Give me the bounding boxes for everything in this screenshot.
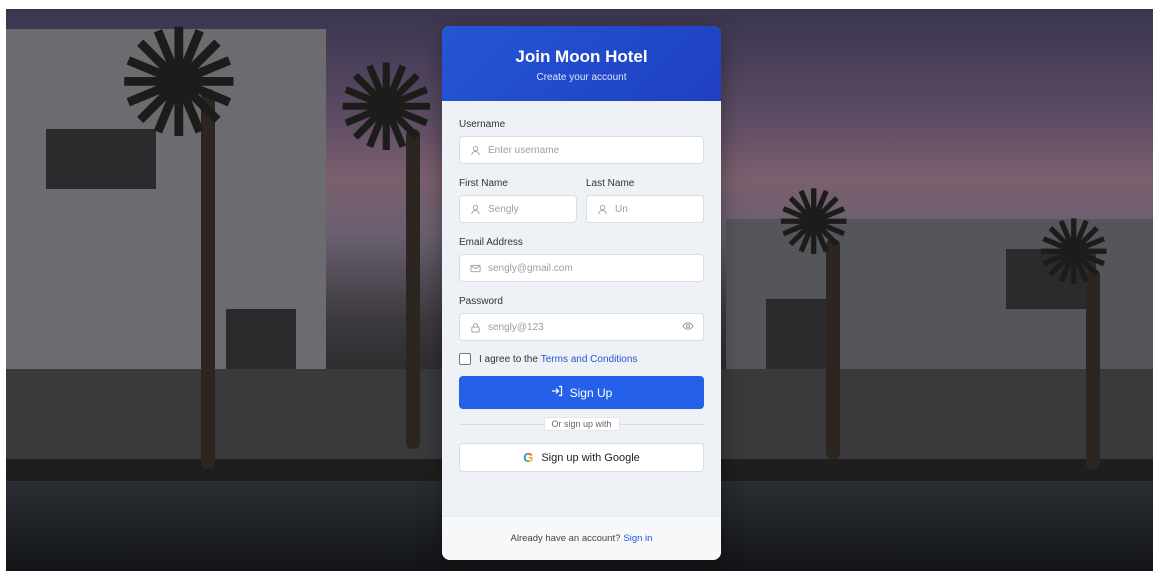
card-footer: Already have an account? Sign in: [442, 516, 721, 560]
lock-icon: [469, 321, 481, 333]
google-signup-label: Sign up with Google: [541, 451, 640, 464]
footer-text: Already have an account?: [510, 533, 621, 544]
page-subtitle: Create your account: [536, 72, 627, 83]
sign-up-button[interactable]: Sign Up: [459, 376, 704, 409]
eye-icon[interactable]: [682, 320, 694, 335]
signup-card: Join Moon Hotel Create your account User…: [442, 26, 721, 560]
username-label: Username: [459, 119, 506, 130]
email-placeholder: sengly@gmail.com: [488, 262, 573, 274]
email-field[interactable]: sengly@gmail.com: [459, 254, 704, 282]
username-input[interactable]: Enter username: [459, 136, 704, 164]
user-icon: [469, 203, 481, 215]
signup-form: Username Enter username First Name Sengl…: [442, 101, 721, 472]
username-group: Username Enter username: [459, 119, 704, 164]
email-label: Email Address: [459, 237, 523, 248]
sign-up-label: Sign Up: [569, 385, 613, 400]
divider-text: Or sign up with: [543, 417, 620, 431]
first-name-input[interactable]: Sengly: [459, 195, 577, 223]
page-title: Join Moon Hotel: [515, 47, 648, 66]
terms-prefix: I agree to the: [479, 353, 538, 365]
password-label: Password: [459, 296, 503, 307]
password-group: Password sengly@123: [459, 296, 704, 341]
user-icon: [596, 203, 608, 215]
terms-link[interactable]: Terms and Conditions: [541, 354, 638, 365]
email-group: Email Address sengly@gmail.com: [459, 237, 704, 282]
terms-checkbox[interactable]: [459, 353, 471, 365]
first-name-label: First Name: [459, 178, 508, 189]
google-icon: G: [523, 450, 534, 465]
last-name-input[interactable]: Un: [586, 195, 704, 223]
name-row: First Name Sengly Last Name Un: [459, 178, 704, 223]
card-header: Join Moon Hotel Create your account: [442, 26, 721, 101]
user-icon: [469, 144, 481, 156]
password-placeholder: sengly@123: [488, 321, 544, 333]
first-name-placeholder: Sengly: [488, 203, 519, 215]
last-name-placeholder: Un: [615, 203, 628, 215]
last-name-label: Last Name: [586, 178, 635, 189]
username-placeholder: Enter username: [488, 144, 560, 156]
password-field[interactable]: sengly@123: [459, 313, 704, 341]
login-arrow-icon: [551, 385, 563, 400]
divider: Or sign up with: [459, 417, 704, 431]
mail-icon: [469, 262, 481, 274]
terms-row: I agree to the Terms and Conditions: [459, 353, 704, 365]
sign-in-link[interactable]: Sign in: [623, 533, 652, 544]
google-signup-button[interactable]: G Sign up with Google: [459, 443, 704, 472]
